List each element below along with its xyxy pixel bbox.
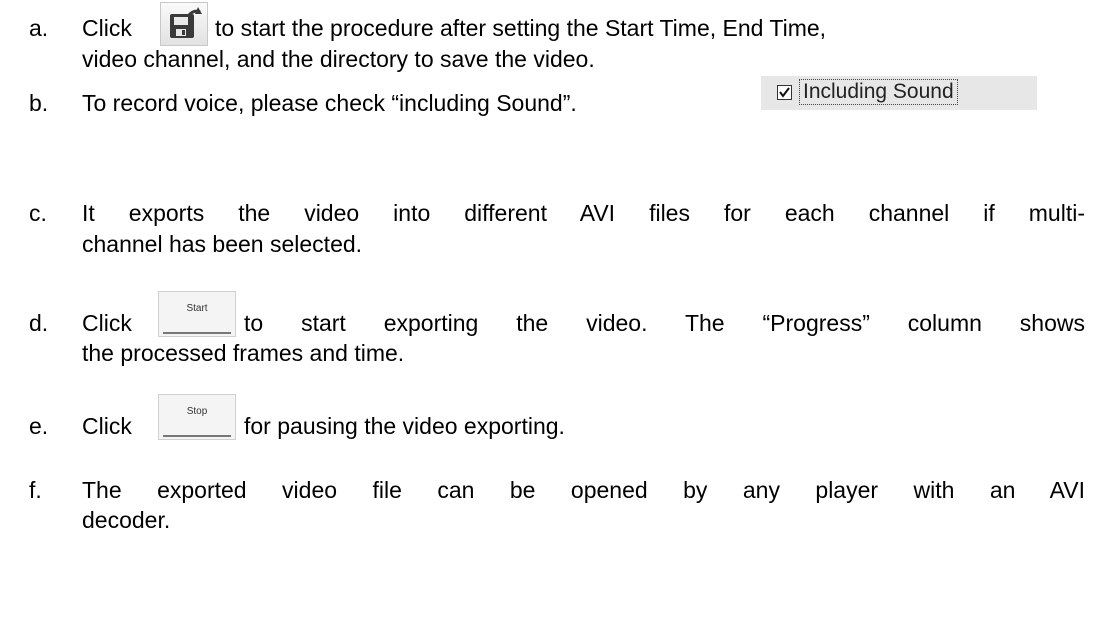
- item-f-text: The exported video file can be opened by…: [82, 477, 1085, 503]
- stop-button[interactable]: Stop: [158, 394, 236, 440]
- item-marker-a: a.: [29, 15, 49, 41]
- item-d-click-text: Click: [82, 310, 132, 336]
- item-f-text-cont: decoder.: [82, 507, 171, 533]
- item-a-click-text: Click: [82, 15, 132, 41]
- export-video-icon: [170, 7, 202, 38]
- item-marker-c: c.: [29, 200, 47, 226]
- item-b-text: To record voice, please check “including…: [82, 90, 577, 116]
- item-d-text-cont: the processed frames and time.: [82, 340, 405, 366]
- checkbox-label: Including Sound: [799, 79, 958, 105]
- item-c-text-cont: channel has been selected.: [82, 231, 363, 257]
- item-marker-d: d.: [29, 310, 49, 336]
- item-a-text: to start the procedure after setting the…: [215, 15, 827, 41]
- item-a-text-cont: video channel, and the directory to save…: [82, 46, 595, 72]
- item-d-text: to start exporting the video. The “Progr…: [244, 310, 1085, 336]
- item-marker-b: b.: [29, 90, 49, 116]
- item-e-click-text: Click: [82, 413, 132, 439]
- start-button[interactable]: Start: [158, 291, 236, 337]
- item-e-text: for pausing the video exporting.: [244, 413, 565, 439]
- export-button[interactable]: [160, 2, 208, 46]
- item-marker-f: f.: [29, 477, 42, 503]
- item-c-text: It exports the video into different AVI …: [82, 200, 1085, 226]
- checkbox-checked-icon: [777, 85, 792, 100]
- including-sound-checkbox[interactable]: Including Sound: [761, 76, 1037, 110]
- item-marker-e: e.: [29, 413, 49, 439]
